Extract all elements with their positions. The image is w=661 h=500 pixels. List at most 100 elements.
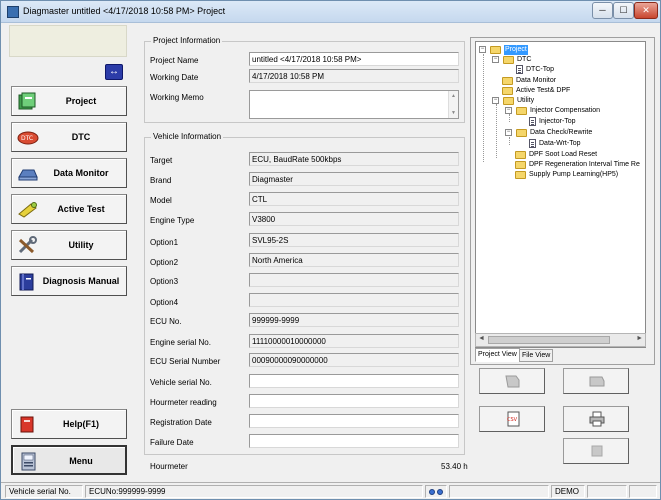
tree-line [483, 54, 484, 162]
working-date-label: Working Date [150, 73, 199, 82]
collapse-icon[interactable]: − [492, 97, 499, 104]
ecu-serial-label: ECU Serial Number [150, 357, 221, 366]
project-info-title: Project Information [151, 36, 223, 45]
tree-node-label: DTC-Top [526, 66, 555, 73]
collapse-icon[interactable]: − [479, 46, 486, 53]
print-button[interactable] [563, 406, 629, 432]
close-button[interactable]: ✕ [634, 2, 658, 19]
menu-button[interactable]: Menu [11, 445, 127, 475]
folder-open-icon [516, 107, 527, 115]
target-field: ECU, BaudRate 500kbps [249, 152, 459, 166]
tree-line [496, 104, 497, 158]
option4-field [249, 293, 459, 307]
utility-button[interactable]: Utility [11, 230, 127, 260]
registration-date-label: Registration Date [150, 418, 212, 427]
project-tree[interactable]: − Project − DTC DTC-Top Data Monitor Act… [475, 41, 646, 348]
engine-serial-label: Engine serial No. [150, 338, 211, 347]
ecu-no-label: ECU No. [150, 317, 182, 326]
csv-export-button[interactable]: CSV [479, 406, 545, 432]
tree-horizontal-scrollbar[interactable]: ◄ ► [475, 333, 646, 347]
diagnosis-manual-button[interactable]: Diagnosis Manual [11, 266, 127, 296]
stop-button[interactable] [563, 438, 629, 464]
tab-project-view[interactable]: Project View [475, 348, 520, 362]
tree-node-label: Project [504, 45, 528, 55]
utility-label: Utility [68, 240, 94, 250]
vehicle-info-title: Vehicle Information [151, 132, 224, 141]
folder-open-icon [516, 129, 527, 137]
maximize-button[interactable]: ☐ [613, 2, 634, 19]
project-label: Project [65, 96, 97, 106]
active-test-label: Active Test [57, 204, 105, 214]
option2-label: Option2 [150, 258, 179, 267]
hourmeter-label: Hourmeter [150, 462, 188, 471]
data-monitor-label: Data Monitor [53, 168, 109, 178]
status-bar: Vehicle serial No. ECUNo:999999-9999 DEM… [1, 482, 660, 499]
ecu-no-field: 999999-9999 [249, 313, 459, 327]
read-vehicle-icon [505, 375, 520, 388]
option3-label: Option3 [150, 277, 179, 286]
connection-indicator-icon [429, 489, 435, 495]
folder-icon [502, 87, 513, 95]
left-nav-panel: ↔ Project DTC DTC Data Monitor Active Te… [7, 25, 129, 483]
data-monitor-button[interactable]: Data Monitor [11, 158, 127, 188]
active-test-button[interactable]: Active Test [11, 194, 127, 224]
collapse-icon[interactable]: − [505, 107, 512, 114]
status-empty [449, 485, 549, 498]
tree-node-label: Active Test& DPF [516, 87, 571, 94]
write-vehicle-button[interactable] [563, 368, 629, 394]
svg-text:DTC: DTC [21, 135, 33, 142]
model-field: CTL [249, 192, 459, 206]
tree-node-label: Data Check/Rewrite [530, 129, 593, 136]
engine-type-label: Engine Type [150, 216, 195, 225]
ecu-serial-field: 00090000090000000 [249, 353, 459, 367]
help-label: Help(F1) [63, 419, 99, 429]
engine-type-field: V3800 [249, 212, 459, 226]
folder-open-icon [490, 46, 501, 54]
csv-export-icon: CSV [507, 411, 520, 427]
failure-date-field[interactable] [249, 434, 459, 448]
registration-date-field[interactable] [249, 414, 459, 428]
collapse-icon[interactable]: − [505, 129, 512, 136]
help-button[interactable]: Help(F1) [11, 409, 127, 439]
folder-icon [515, 161, 526, 169]
scroll-down-icon[interactable]: ▼ [451, 110, 456, 116]
document-icon [529, 139, 536, 148]
tree-node-label: Supply Pump Learning(HP5) [529, 171, 619, 178]
folder-open-icon [503, 56, 514, 64]
tree-node-label: Data Monitor [516, 77, 557, 84]
diagnosis-manual-label: Diagnosis Manual [42, 276, 120, 286]
collapse-icon[interactable]: − [492, 56, 499, 63]
minimize-button[interactable]: ─ [592, 2, 613, 19]
tree-node-label: Utility [517, 97, 535, 104]
project-button[interactable]: Project [11, 86, 127, 116]
working-memo-label: Working Memo [150, 93, 204, 102]
target-label: Target [150, 156, 173, 165]
brand-label: Brand [150, 176, 172, 185]
option1-label: Option1 [150, 238, 179, 247]
tab-file-view[interactable]: File View [519, 349, 554, 362]
read-vehicle-button[interactable] [479, 368, 545, 394]
document-icon [529, 117, 536, 126]
working-memo-field[interactable]: ▲ ▼ [249, 90, 459, 119]
tree-node-label: Data-Wrt-Top [539, 140, 581, 147]
swap-panel-button[interactable]: ↔ [105, 64, 123, 80]
project-name-field[interactable]: untitled <4/17/2018 10:58 PM> [249, 52, 459, 66]
tree-line [509, 114, 510, 122]
tree-node-label: Injector Compensation [530, 107, 601, 114]
dtc-button[interactable]: DTC DTC [11, 122, 127, 152]
scroll-left-icon[interactable]: ◄ [478, 335, 485, 342]
scroll-right-icon[interactable]: ► [636, 335, 643, 342]
status-mode: DEMO [551, 485, 585, 498]
hourmeter-reading-label: Hourmeter reading [150, 398, 217, 407]
vehicle-serial-field[interactable] [249, 374, 459, 388]
hourmeter-reading-field[interactable] [249, 394, 459, 408]
tree-node-label: Injector-Top [539, 118, 576, 125]
memo-scrollbar[interactable]: ▲ ▼ [448, 91, 458, 118]
model-label: Model [150, 196, 172, 205]
svg-text:CSV: CSV [507, 417, 518, 423]
stop-icon [591, 445, 603, 457]
connection-indicator-icon [437, 489, 443, 495]
scroll-thumb[interactable] [488, 336, 610, 344]
brand-field: Diagmaster [249, 172, 459, 186]
scroll-up-icon[interactable]: ▲ [451, 93, 456, 99]
